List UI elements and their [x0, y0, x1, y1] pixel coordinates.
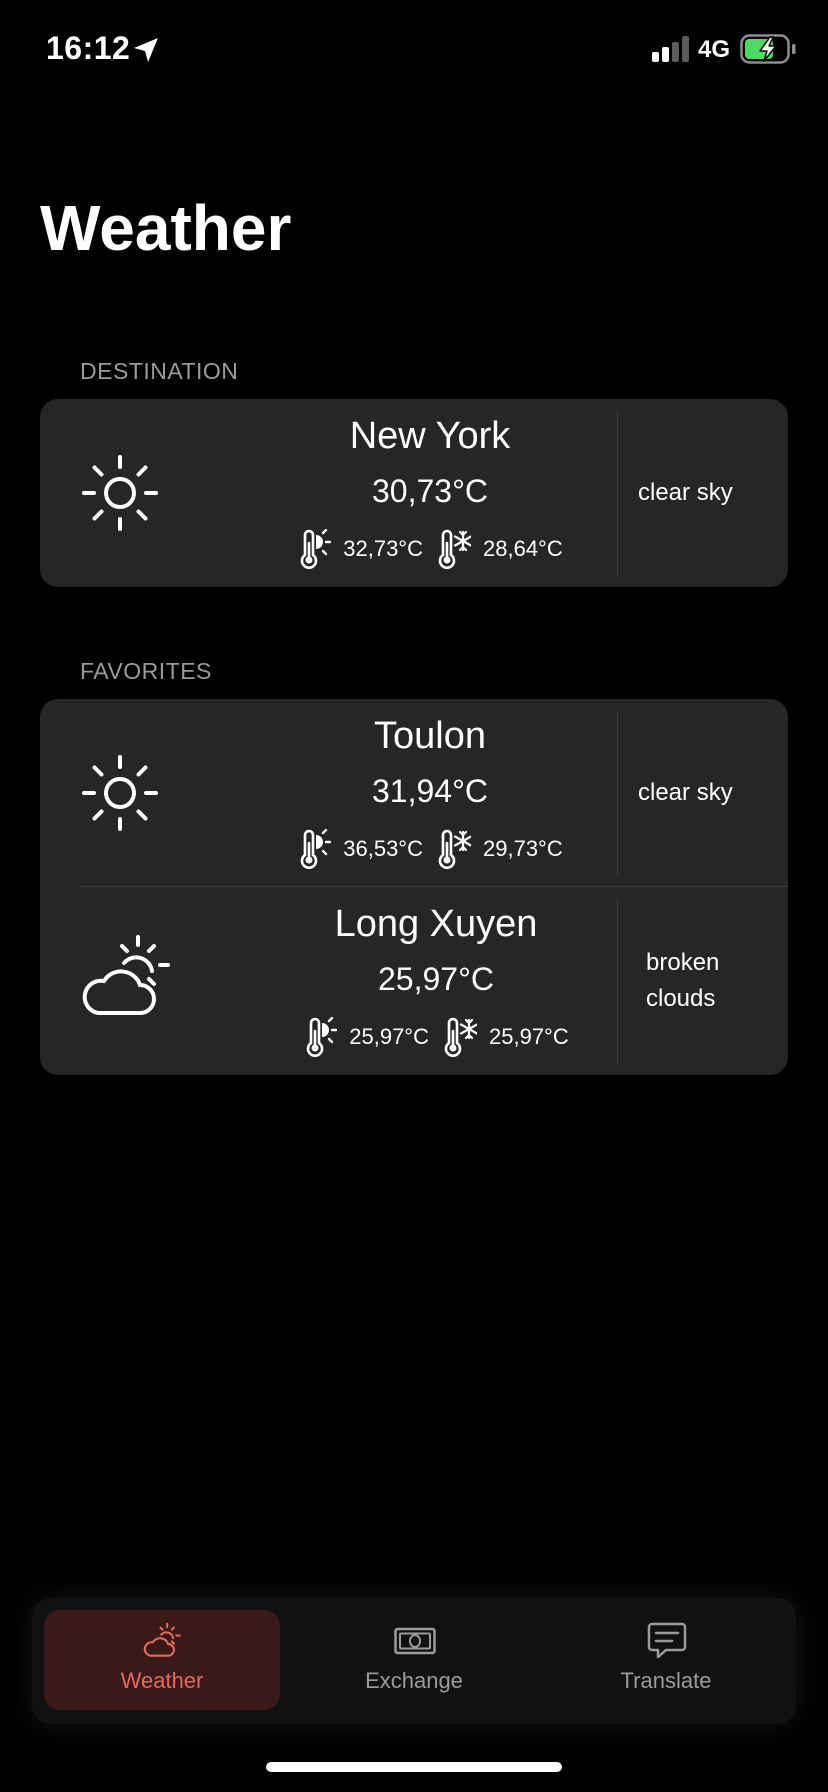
chat-bubble-icon: [647, 1622, 687, 1659]
sun-icon: [80, 753, 160, 833]
min-max-temperatures: 25,97°C 25,97°C: [196, 1017, 676, 1057]
city-name: Toulon: [374, 715, 486, 757]
vertical-divider: [617, 899, 618, 1063]
min-max-temperatures: 32,73°C 28,64°C: [190, 529, 670, 569]
cloud-sun-icon: [143, 1622, 181, 1657]
weather-row-long-xuyen[interactable]: Long Xuyen 25,97°C 25,97°C 25,97°C broke…: [40, 887, 788, 1075]
screen: 16:12 4G Weather DESTINATION New York 30…: [0, 0, 828, 1792]
tab-bar: Weather Exchange Translate: [32, 1598, 796, 1724]
current-temperature: 30,73°C: [372, 473, 488, 509]
vertical-divider: [617, 411, 618, 575]
weather-row-new-york[interactable]: New York 30,73°C 32,73°C 28,64°C clear s…: [40, 399, 788, 587]
tab-exchange[interactable]: Exchange: [296, 1610, 532, 1710]
status-bar: 16:12 4G: [0, 0, 828, 100]
banknote-icon: [394, 1627, 436, 1655]
city-name: Long Xuyen: [334, 903, 538, 945]
tab-weather[interactable]: Weather: [44, 1610, 280, 1710]
city-name: New York: [349, 415, 511, 457]
weather-description: clear sky: [638, 779, 733, 806]
thermometer-sun-icon: [303, 1017, 337, 1057]
max-temperature: 36,53°C: [343, 836, 423, 861]
current-temperature: 25,97°C: [378, 961, 494, 997]
network-type: 4G: [698, 36, 731, 63]
thermometer-snowflake-icon: [437, 829, 471, 869]
current-temperature: 31,94°C: [372, 773, 488, 809]
home-indicator[interactable]: [266, 1762, 562, 1772]
location-arrow-icon: [134, 38, 158, 62]
thermometer-snowflake-icon: [443, 1017, 477, 1057]
battery-charging-icon: [740, 34, 796, 64]
tab-label: Weather: [120, 1668, 204, 1693]
thermometer-snowflake-icon: [437, 529, 471, 569]
max-temperature: 25,97°C: [349, 1024, 429, 1049]
tab-label: Translate: [620, 1668, 712, 1693]
weather-description: clear sky: [638, 479, 733, 506]
max-temperature: 32,73°C: [343, 536, 423, 561]
destination-card: New York 30,73°C 32,73°C 28,64°C clear s…: [40, 399, 788, 587]
min-temperature: 25,97°C: [489, 1024, 569, 1049]
destination-section-header: DESTINATION: [80, 358, 239, 384]
signal-icon: [652, 36, 689, 62]
thermometer-sun-icon: [297, 829, 331, 869]
sun-icon: [80, 453, 160, 533]
page-title: Weather: [40, 192, 292, 264]
cloud-sun-icon: [78, 933, 178, 1023]
min-max-temperatures: 36,53°C 29,73°C: [190, 829, 670, 869]
favorites-card: Toulon 31,94°C 36,53°C 29,73°C clear sky…: [40, 699, 788, 1075]
tab-translate[interactable]: Translate: [548, 1610, 784, 1710]
min-temperature: 29,73°C: [483, 836, 563, 861]
thermometer-sun-icon: [297, 529, 331, 569]
tab-label: Exchange: [365, 1668, 463, 1693]
favorites-section-header: FAVORITES: [80, 658, 212, 684]
min-temperature: 28,64°C: [483, 536, 563, 561]
vertical-divider: [617, 711, 618, 875]
weather-row-toulon[interactable]: Toulon 31,94°C 36,53°C 29,73°C clear sky: [40, 699, 788, 887]
status-time: 16:12: [46, 30, 131, 66]
weather-description: broken clouds: [646, 949, 720, 1012]
